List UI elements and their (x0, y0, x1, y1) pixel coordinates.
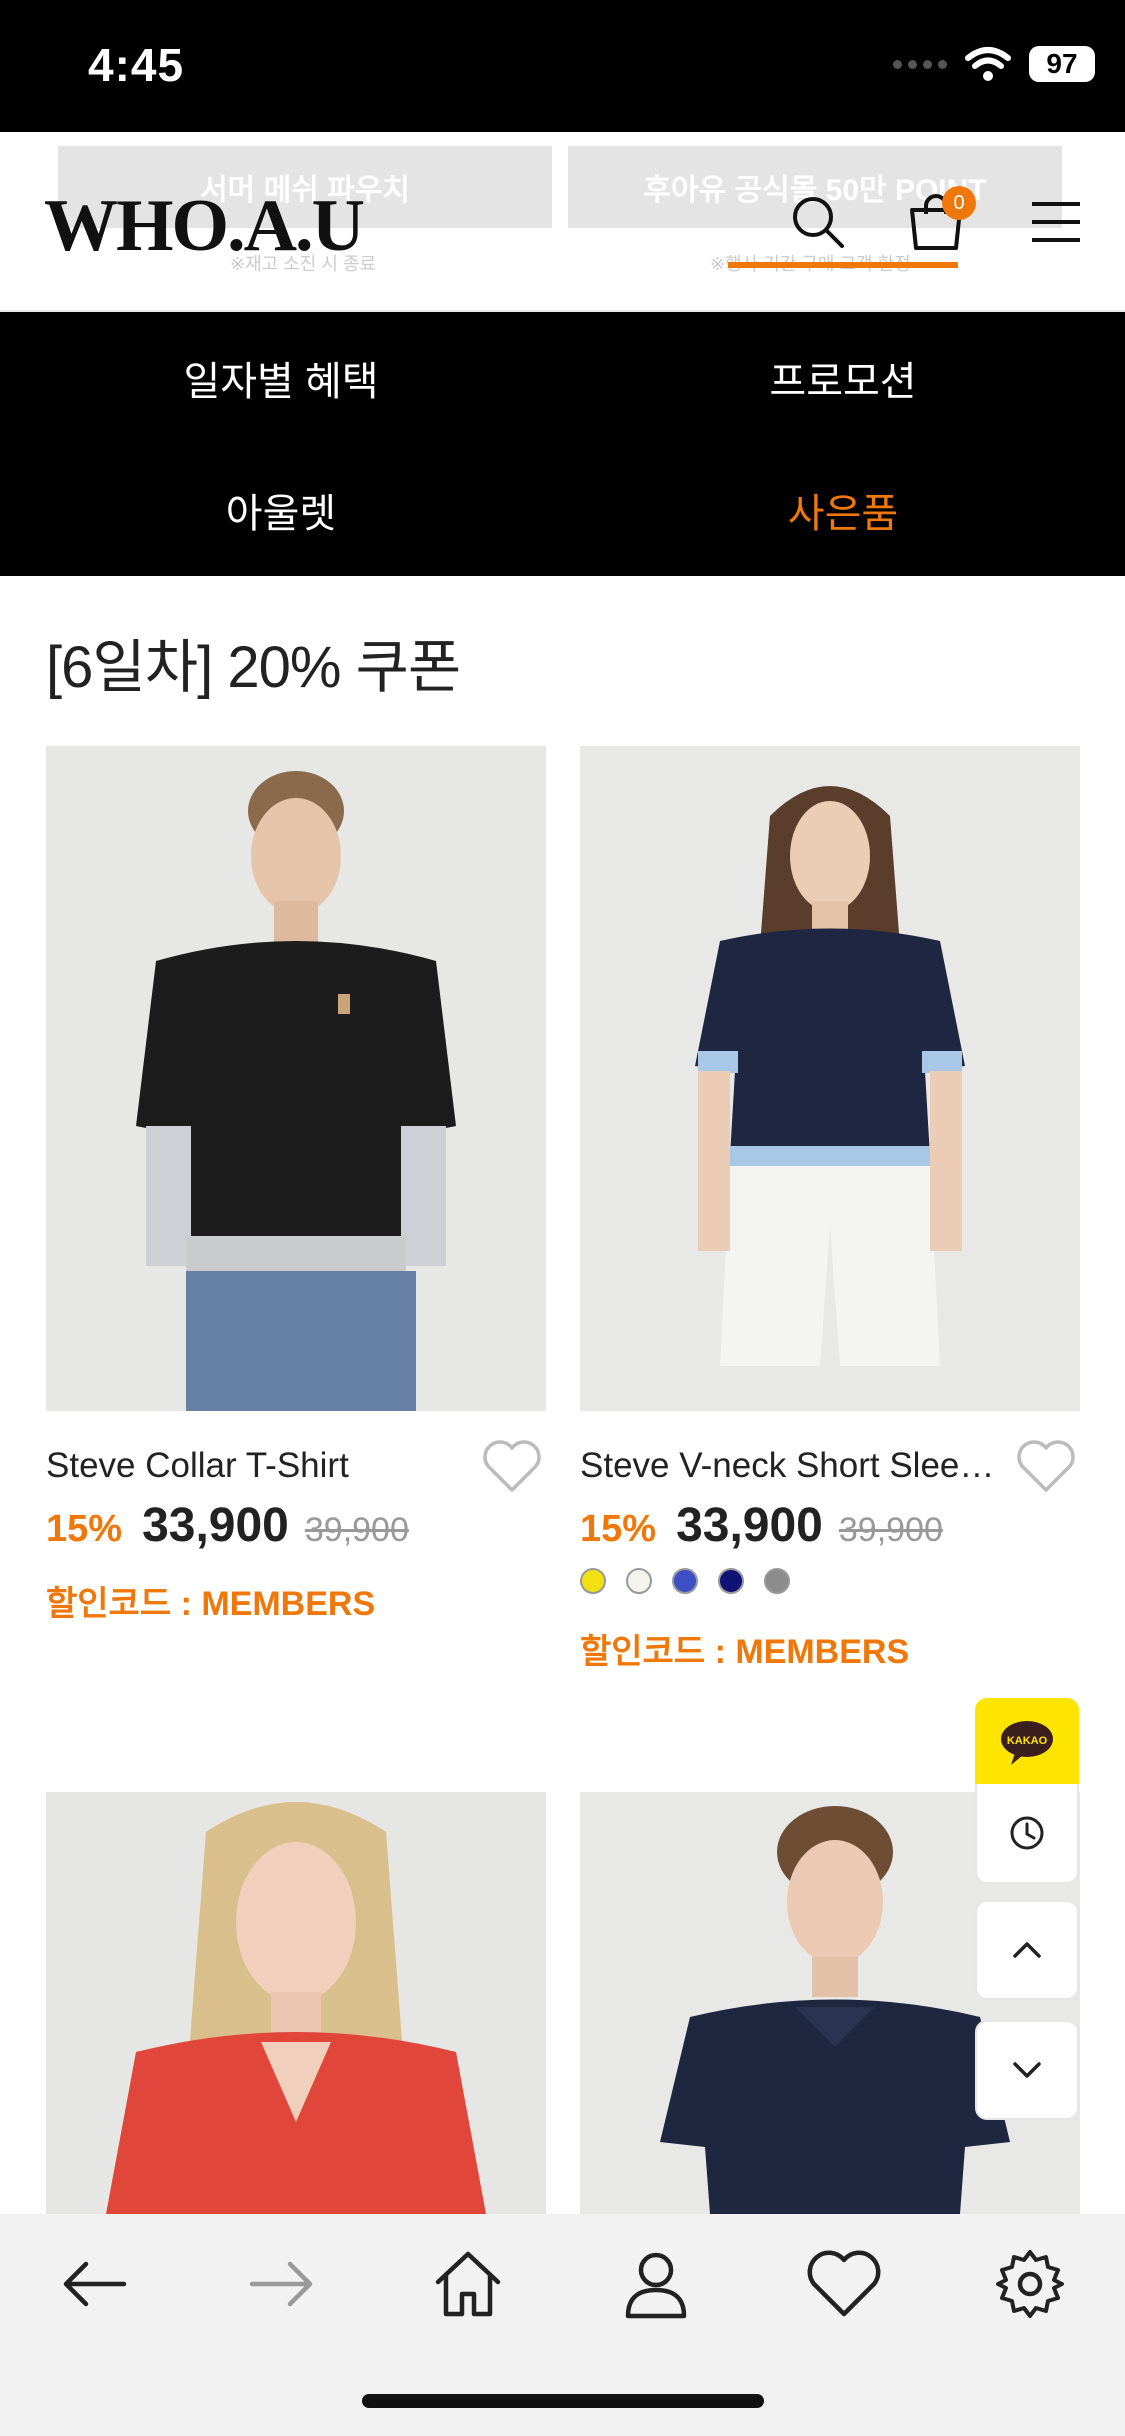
wishlist-heart-icon[interactable] (1014, 1436, 1078, 1496)
menu-icon[interactable] (1024, 190, 1088, 254)
search-icon[interactable] (786, 190, 850, 254)
chevron-up-icon (1013, 1942, 1041, 1958)
clock-icon (1010, 1816, 1044, 1850)
section-title: [6일차] 20% 쿠폰 (46, 635, 461, 700)
home-indicator (362, 2394, 764, 2408)
color-swatch[interactable] (764, 1568, 790, 1594)
color-swatch[interactable] (718, 1568, 744, 1594)
discount-rate: 15% (46, 1508, 123, 1550)
tab-promotion[interactable]: 프로모션 (562, 312, 1124, 444)
brand-logo[interactable]: WHO.A.U (44, 184, 365, 269)
tab-outlet[interactable]: 아울렛 (0, 444, 562, 576)
signal-icon (893, 59, 947, 69)
product-image[interactable] (580, 746, 1080, 1411)
sale-price: 33,900 (142, 1499, 289, 1552)
settings-gear-icon[interactable] (990, 2244, 1070, 2324)
status-time: 4:45 (88, 39, 185, 91)
chevron-down-icon (1013, 2062, 1041, 2078)
product-card[interactable]: Steve Collar T-Shirt 15% 33,900 39,900 할… (46, 746, 546, 1623)
original-price: 39,900 (304, 1511, 409, 1549)
product-photo-woman-knit (580, 746, 1080, 1411)
tab-gifts[interactable]: 사은품 (562, 444, 1124, 576)
site-header: 서머 메쉬 파우치 후아유 공식몰 50만 POINT ※재고 소진 시 종료 … (0, 132, 1125, 312)
status-bar: 4:45 97 (0, 0, 1125, 132)
tab-daily-benefits[interactable]: 일자별 혜택 (0, 312, 562, 444)
original-price: 39,900 (838, 1511, 943, 1549)
scroll-top-button[interactable] (975, 1900, 1079, 2000)
cart-count-badge: 0 (942, 186, 976, 220)
discount-rate: 15% (580, 1508, 657, 1550)
kakao-label: KAKAO (1007, 1735, 1048, 1747)
color-swatch[interactable] (580, 1568, 606, 1594)
profile-icon[interactable] (616, 2244, 696, 2324)
product-image[interactable] (46, 746, 546, 1411)
heart-icon[interactable] (804, 2244, 884, 2324)
product-card[interactable]: Steve V-neck Short Slee… 15% 33,900 39,9… (580, 746, 1080, 1671)
product-photo-woman-cardigan (46, 1792, 546, 2214)
product-card[interactable] (46, 1792, 546, 2214)
discount-code: 할인코드 : MEMBERS (580, 1633, 910, 1671)
cart-button[interactable]: 0 (904, 186, 976, 254)
wishlist-heart-icon[interactable] (480, 1436, 544, 1496)
active-tab-underline (728, 262, 958, 268)
recent-view-button[interactable] (975, 1784, 1079, 1884)
price-row: 15% 33,900 39,900 (580, 1498, 943, 1553)
color-swatch[interactable] (672, 1568, 698, 1594)
scroll-bottom-button[interactable] (975, 2020, 1079, 2120)
category-tabs: 일자별 혜택 프로모션 아울렛 사은품 (0, 312, 1125, 576)
color-swatch[interactable] (626, 1568, 652, 1594)
product-image[interactable] (46, 1792, 546, 2214)
forward-arrow-icon[interactable] (242, 2244, 322, 2324)
battery-indicator: 97 (1029, 46, 1095, 82)
kakao-chat-icon: KAKAO (1001, 1721, 1053, 1765)
product-name[interactable]: Steve V-neck Short Slee… (580, 1446, 1010, 1486)
wifi-icon (965, 47, 1011, 81)
kakao-chat-button[interactable]: KAKAO (975, 1698, 1079, 1786)
color-swatches (580, 1568, 790, 1594)
back-arrow-icon[interactable] (54, 2244, 134, 2324)
product-name[interactable]: Steve Collar T-Shirt (46, 1446, 476, 1486)
sale-price: 33,900 (676, 1499, 823, 1552)
discount-code: 할인코드 : MEMBERS (46, 1585, 376, 1623)
home-icon[interactable] (428, 2244, 508, 2324)
price-row: 15% 33,900 39,900 (46, 1498, 409, 1553)
product-photo-man-polo (46, 746, 546, 1411)
status-icons: 97 (893, 46, 1095, 82)
